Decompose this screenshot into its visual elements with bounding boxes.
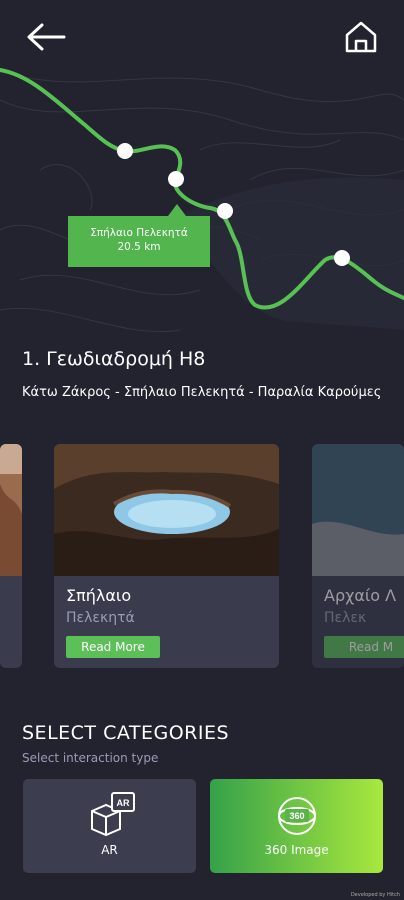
poi-title: Σπήλαιο xyxy=(66,586,132,605)
read-more-button[interactable]: Read M xyxy=(324,636,404,658)
route-subtitle: Κάτω Ζάκρος - Σπήλαιο Πελεκητά - Παραλία… xyxy=(22,385,382,400)
ar-icon-text: AR xyxy=(116,798,129,808)
route-map[interactable] xyxy=(0,60,404,360)
image-360-icon: 360 xyxy=(277,797,316,835)
categories-subtitle: Select interaction type xyxy=(22,751,159,765)
poi-card-previous[interactable] xyxy=(0,444,22,668)
route-point[interactable] xyxy=(168,171,184,187)
ar-cube-icon: AR xyxy=(90,792,135,837)
poi-image xyxy=(312,444,404,576)
route-title: 1. Γεωδιαδρομή Η8 xyxy=(22,348,206,370)
route-point[interactable] xyxy=(217,203,233,219)
image-360-category-button[interactable]: 360 360 Image xyxy=(210,779,383,873)
poi-image xyxy=(54,444,279,576)
image-360-label: 360 Image xyxy=(264,843,329,857)
route-point[interactable] xyxy=(117,143,133,159)
ar-category-button[interactable]: AR AR xyxy=(23,779,196,873)
categories-title: SELECT CATEGORIES xyxy=(22,722,230,744)
poi-card-next[interactable]: Αρχαίο Λ Πελεκ Read M xyxy=(312,444,404,668)
read-more-button[interactable]: Read More xyxy=(66,636,160,658)
back-arrow-icon[interactable] xyxy=(24,20,68,54)
poi-subtitle: Πελεκητά xyxy=(66,610,135,626)
ar-label: AR xyxy=(101,843,118,857)
map-point-distance: 20.5 km xyxy=(117,241,161,253)
poi-subtitle: Πελεκ xyxy=(324,610,367,626)
map-point-tooltip: Σπήλαιο Πελεκητά 20.5 km xyxy=(68,204,210,267)
poi-image xyxy=(0,444,22,576)
home-icon[interactable] xyxy=(342,18,380,56)
poi-title: Αρχαίο Λ xyxy=(324,586,397,605)
map-point-name: Σπήλαιο Πελεκητά xyxy=(90,227,188,239)
poi-card[interactable]: Σπήλαιο Πελεκητά Read More xyxy=(54,444,279,668)
route-point[interactable] xyxy=(334,250,350,266)
image-360-icon-text: 360 xyxy=(289,811,304,821)
developer-watermark: Developed by Hitch xyxy=(350,892,400,898)
